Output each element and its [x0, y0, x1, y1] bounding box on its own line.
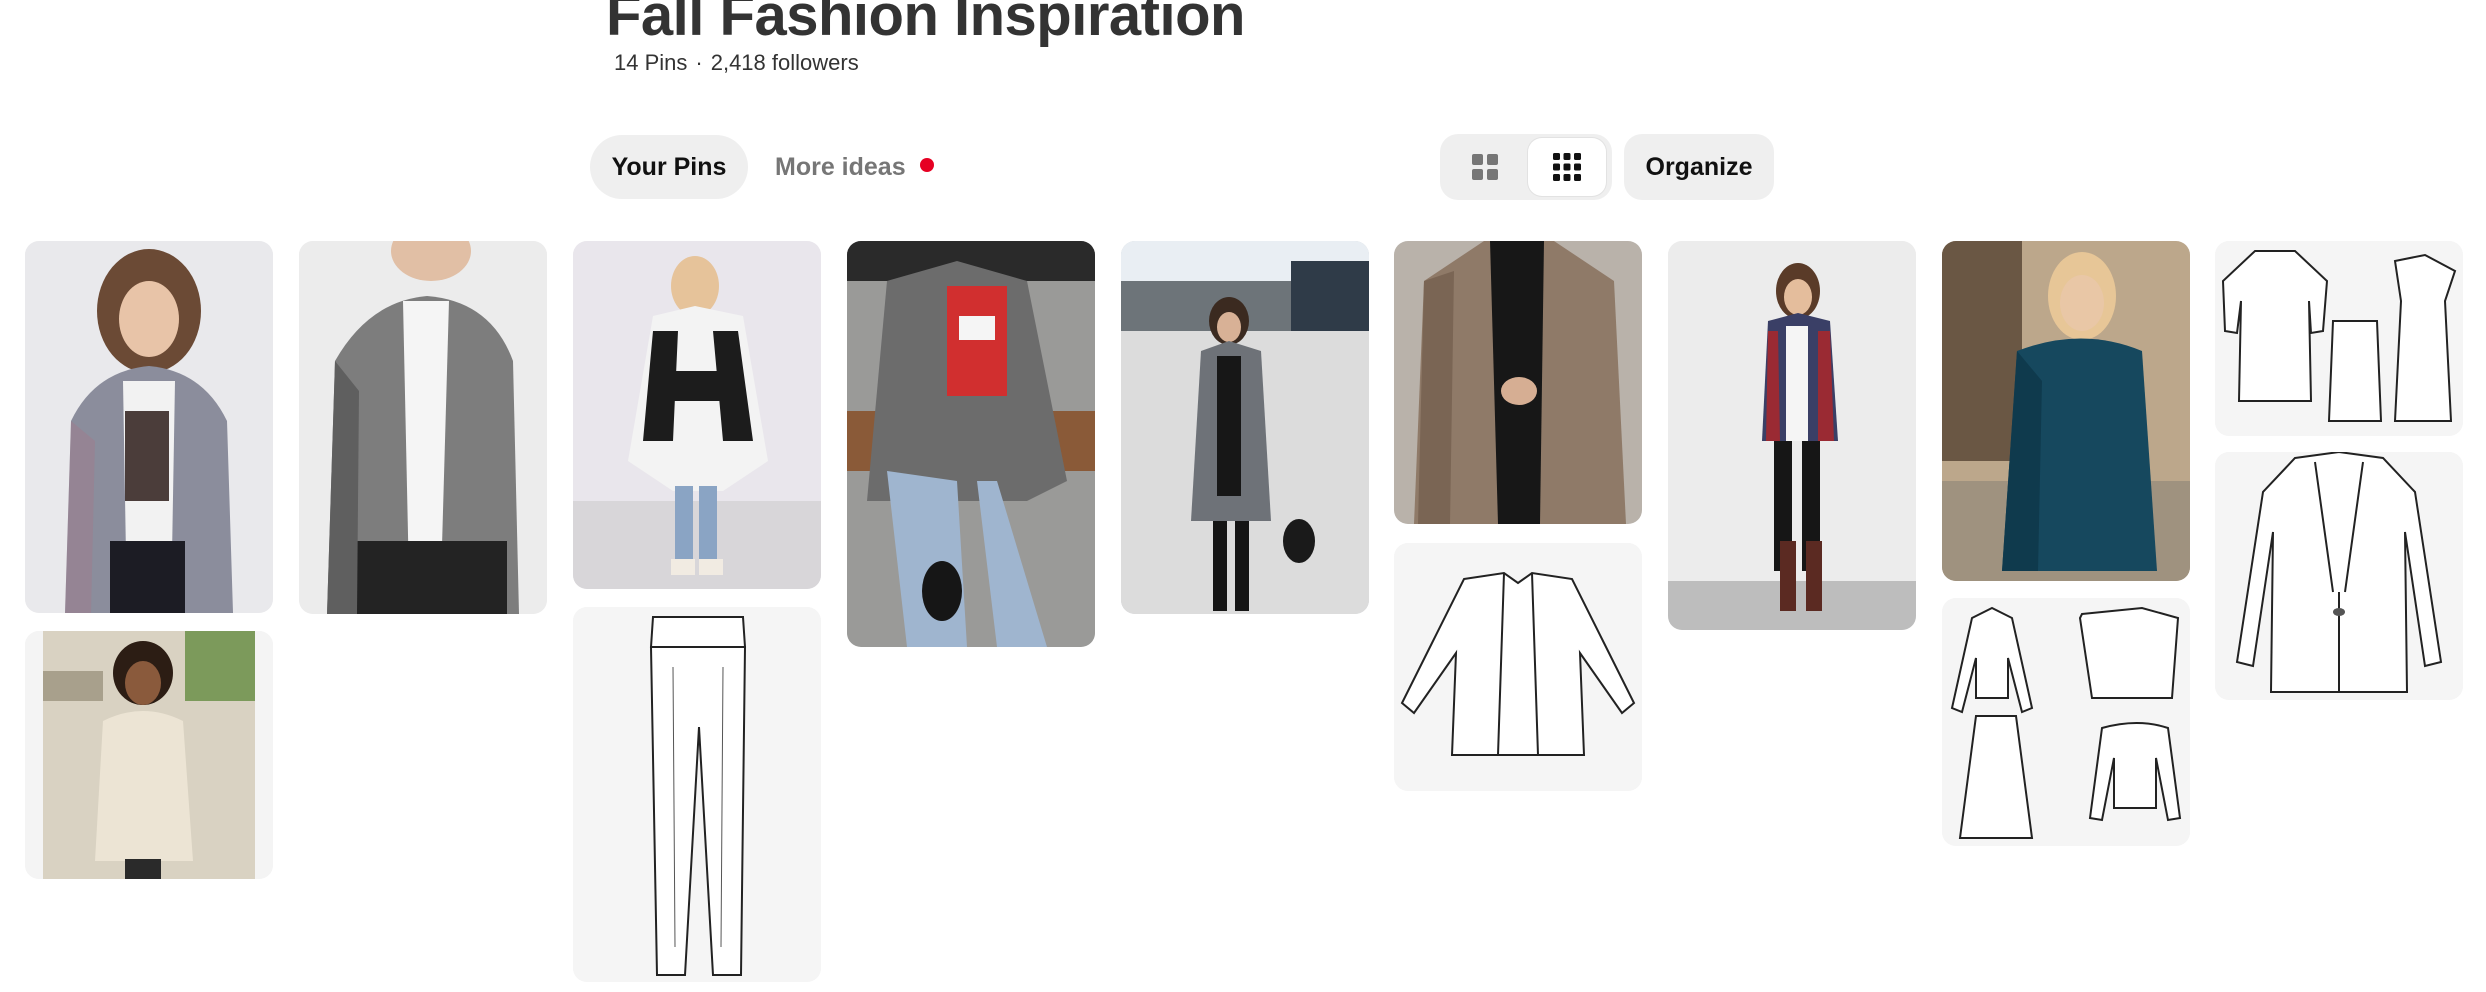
pin-brown-check-blazer[interactable] [1394, 241, 1642, 524]
pin-outfit-set-sketch[interactable] [1942, 598, 2190, 846]
grey-blazer-photo [299, 241, 547, 614]
pin-plaid-cardigan[interactable] [1668, 241, 1916, 630]
brown-check-blazer-photo [1394, 241, 1642, 524]
pin-count: 14 Pins [614, 50, 688, 75]
compact-view-button[interactable] [1528, 138, 1606, 196]
plaid-cardigan-photo [1668, 241, 1916, 630]
plaid-blazer-photo [25, 241, 273, 613]
pin-plaid-blazer[interactable] [25, 241, 273, 613]
pin-houndstooth-blazer[interactable] [847, 241, 1095, 647]
default-view-button[interactable] [1446, 138, 1524, 196]
dress-sketch [2215, 241, 2463, 436]
meta-separator: · [695, 50, 703, 75]
pin-jacket-sketch[interactable] [2215, 452, 2463, 700]
tab-more-ideas[interactable]: More ideas [775, 135, 934, 199]
tab-more-ideas-label: More ideas [775, 152, 906, 181]
plaid-poncho-photo [573, 241, 821, 589]
tab-your-pins[interactable]: Your Pins [590, 135, 748, 199]
cardigan-sketch [1394, 543, 1642, 791]
leggings-sketch [573, 607, 821, 982]
follower-count[interactable]: 2,418 followers [711, 50, 859, 75]
grid-2x2-icon [1472, 154, 1498, 180]
jacket-sketch [2215, 452, 2463, 700]
organize-button[interactable]: Organize [1624, 134, 1774, 200]
outfit-set-sketch [1942, 598, 2190, 846]
pin-leggings-sketch[interactable] [573, 607, 821, 982]
pin-teal-coat[interactable] [1942, 241, 2190, 581]
board-meta: 14 Pins · 2,418 followers [614, 50, 859, 76]
grid-3x3-icon [1553, 153, 1581, 181]
sweater-dress-photo [25, 631, 273, 879]
pin-street-blazer[interactable] [1121, 241, 1369, 614]
pin-plaid-poncho[interactable] [573, 241, 821, 589]
board-title: Fall Fashion Inspiration [606, 0, 1245, 48]
notification-dot [919, 158, 934, 172]
pin-sweater-dress[interactable] [25, 631, 273, 879]
pin-dress-sketch[interactable] [2215, 241, 2463, 436]
pin-grey-blazer[interactable] [299, 241, 547, 614]
teal-coat-photo [1942, 241, 2190, 581]
view-toggle [1440, 134, 1612, 200]
houndstooth-blazer-photo [847, 241, 1095, 647]
street-blazer-photo [1121, 241, 1369, 614]
pin-cardigan-sketch[interactable] [1394, 543, 1642, 791]
